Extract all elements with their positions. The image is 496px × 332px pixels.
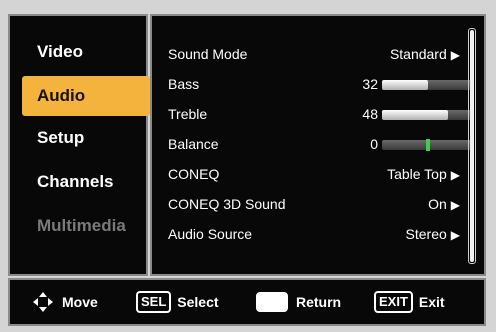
move-hint: Move: [32, 290, 98, 314]
balance-row[interactable]: Balance 0: [168, 134, 474, 156]
move-label: Move: [62, 294, 98, 310]
audio-source-value: Stereo ▶: [406, 226, 460, 242]
sound-mode-row[interactable]: Sound Mode Standard ▶: [168, 44, 468, 66]
sidebar-item-label: Channels: [37, 172, 114, 191]
sidebar-item-audio[interactable]: Audio: [22, 76, 150, 116]
treble-slider-fill: [382, 110, 448, 120]
audio-source-label: Audio Source: [168, 226, 253, 242]
select-label: Select: [177, 294, 219, 310]
balance-center-marker: [426, 139, 430, 151]
return-key-icon: [256, 292, 288, 312]
sidebar-item-label: Multimedia: [37, 216, 126, 235]
footer-hints: Move SEL Select Return EXIT Exit: [8, 278, 486, 326]
exit-hint: EXIT Exit: [374, 290, 445, 314]
exit-label: Exit: [418, 294, 445, 310]
sound-mode-label: Sound Mode: [168, 46, 248, 62]
scrollbar-thumb[interactable]: [470, 30, 474, 262]
right-arrow-icon: ▶: [450, 48, 460, 62]
sidebar-item-label: Audio: [37, 86, 86, 105]
sidebar-item-video[interactable]: Video: [22, 32, 150, 72]
sound-mode-value-text: Standard: [389, 46, 447, 62]
balance-value: 0: [370, 136, 378, 152]
move-arrows-icon: [33, 292, 53, 312]
settings-scrollbar[interactable]: [468, 28, 476, 264]
bass-label: Bass: [168, 76, 200, 92]
sidebar-item-label: Setup: [37, 128, 85, 147]
coneq-3d-label: CONEQ 3D Sound: [168, 196, 286, 212]
bass-row[interactable]: Bass 32: [168, 74, 474, 96]
sidebar-item-label: Video: [37, 42, 83, 61]
treble-label: Treble: [168, 106, 208, 122]
balance-slider[interactable]: [382, 139, 474, 151]
exit-key: EXIT: [374, 291, 413, 313]
bass-value: 32: [362, 76, 378, 92]
sidebar-item-multimedia: Multimedia: [22, 206, 150, 246]
coneq-value: Table Top ▶: [387, 166, 460, 182]
treble-row[interactable]: Treble 48: [168, 104, 474, 126]
select-hint: SEL Select: [136, 290, 219, 314]
bass-slider-fill: [382, 80, 428, 90]
right-arrow-icon: ▶: [450, 228, 460, 242]
audio-settings-panel: Sound Mode Standard ▶ Bass 32 Treble 48 B…: [150, 14, 486, 276]
coneq-3d-value: On ▶: [428, 196, 460, 212]
sidebar-item-channels[interactable]: Channels: [22, 162, 150, 202]
sidebar-item-setup[interactable]: Setup: [22, 118, 150, 158]
coneq-row[interactable]: CONEQ Table Top ▶: [168, 164, 468, 186]
sound-mode-value: Standard ▶: [390, 46, 460, 62]
coneq-3d-row[interactable]: CONEQ 3D Sound On ▶: [168, 194, 468, 216]
category-sidebar: Video Audio Setup Channels Multimedia: [8, 14, 150, 276]
treble-value: 48: [362, 106, 378, 122]
coneq-3d-value-text: On: [428, 196, 447, 212]
bass-slider[interactable]: [382, 80, 474, 90]
coneq-value-text: Table Top: [387, 166, 447, 182]
balance-label: Balance: [168, 136, 219, 152]
right-arrow-icon: ▶: [450, 168, 460, 182]
sel-key: SEL: [136, 291, 172, 313]
coneq-label: CONEQ: [168, 166, 220, 182]
right-arrow-icon: ▶: [450, 198, 460, 212]
audio-source-row[interactable]: Audio Source Stereo ▶: [168, 224, 468, 246]
treble-slider[interactable]: [382, 110, 474, 120]
return-hint: Return: [256, 290, 341, 314]
return-label: Return: [296, 294, 342, 310]
audio-source-value-text: Stereo: [405, 226, 447, 242]
